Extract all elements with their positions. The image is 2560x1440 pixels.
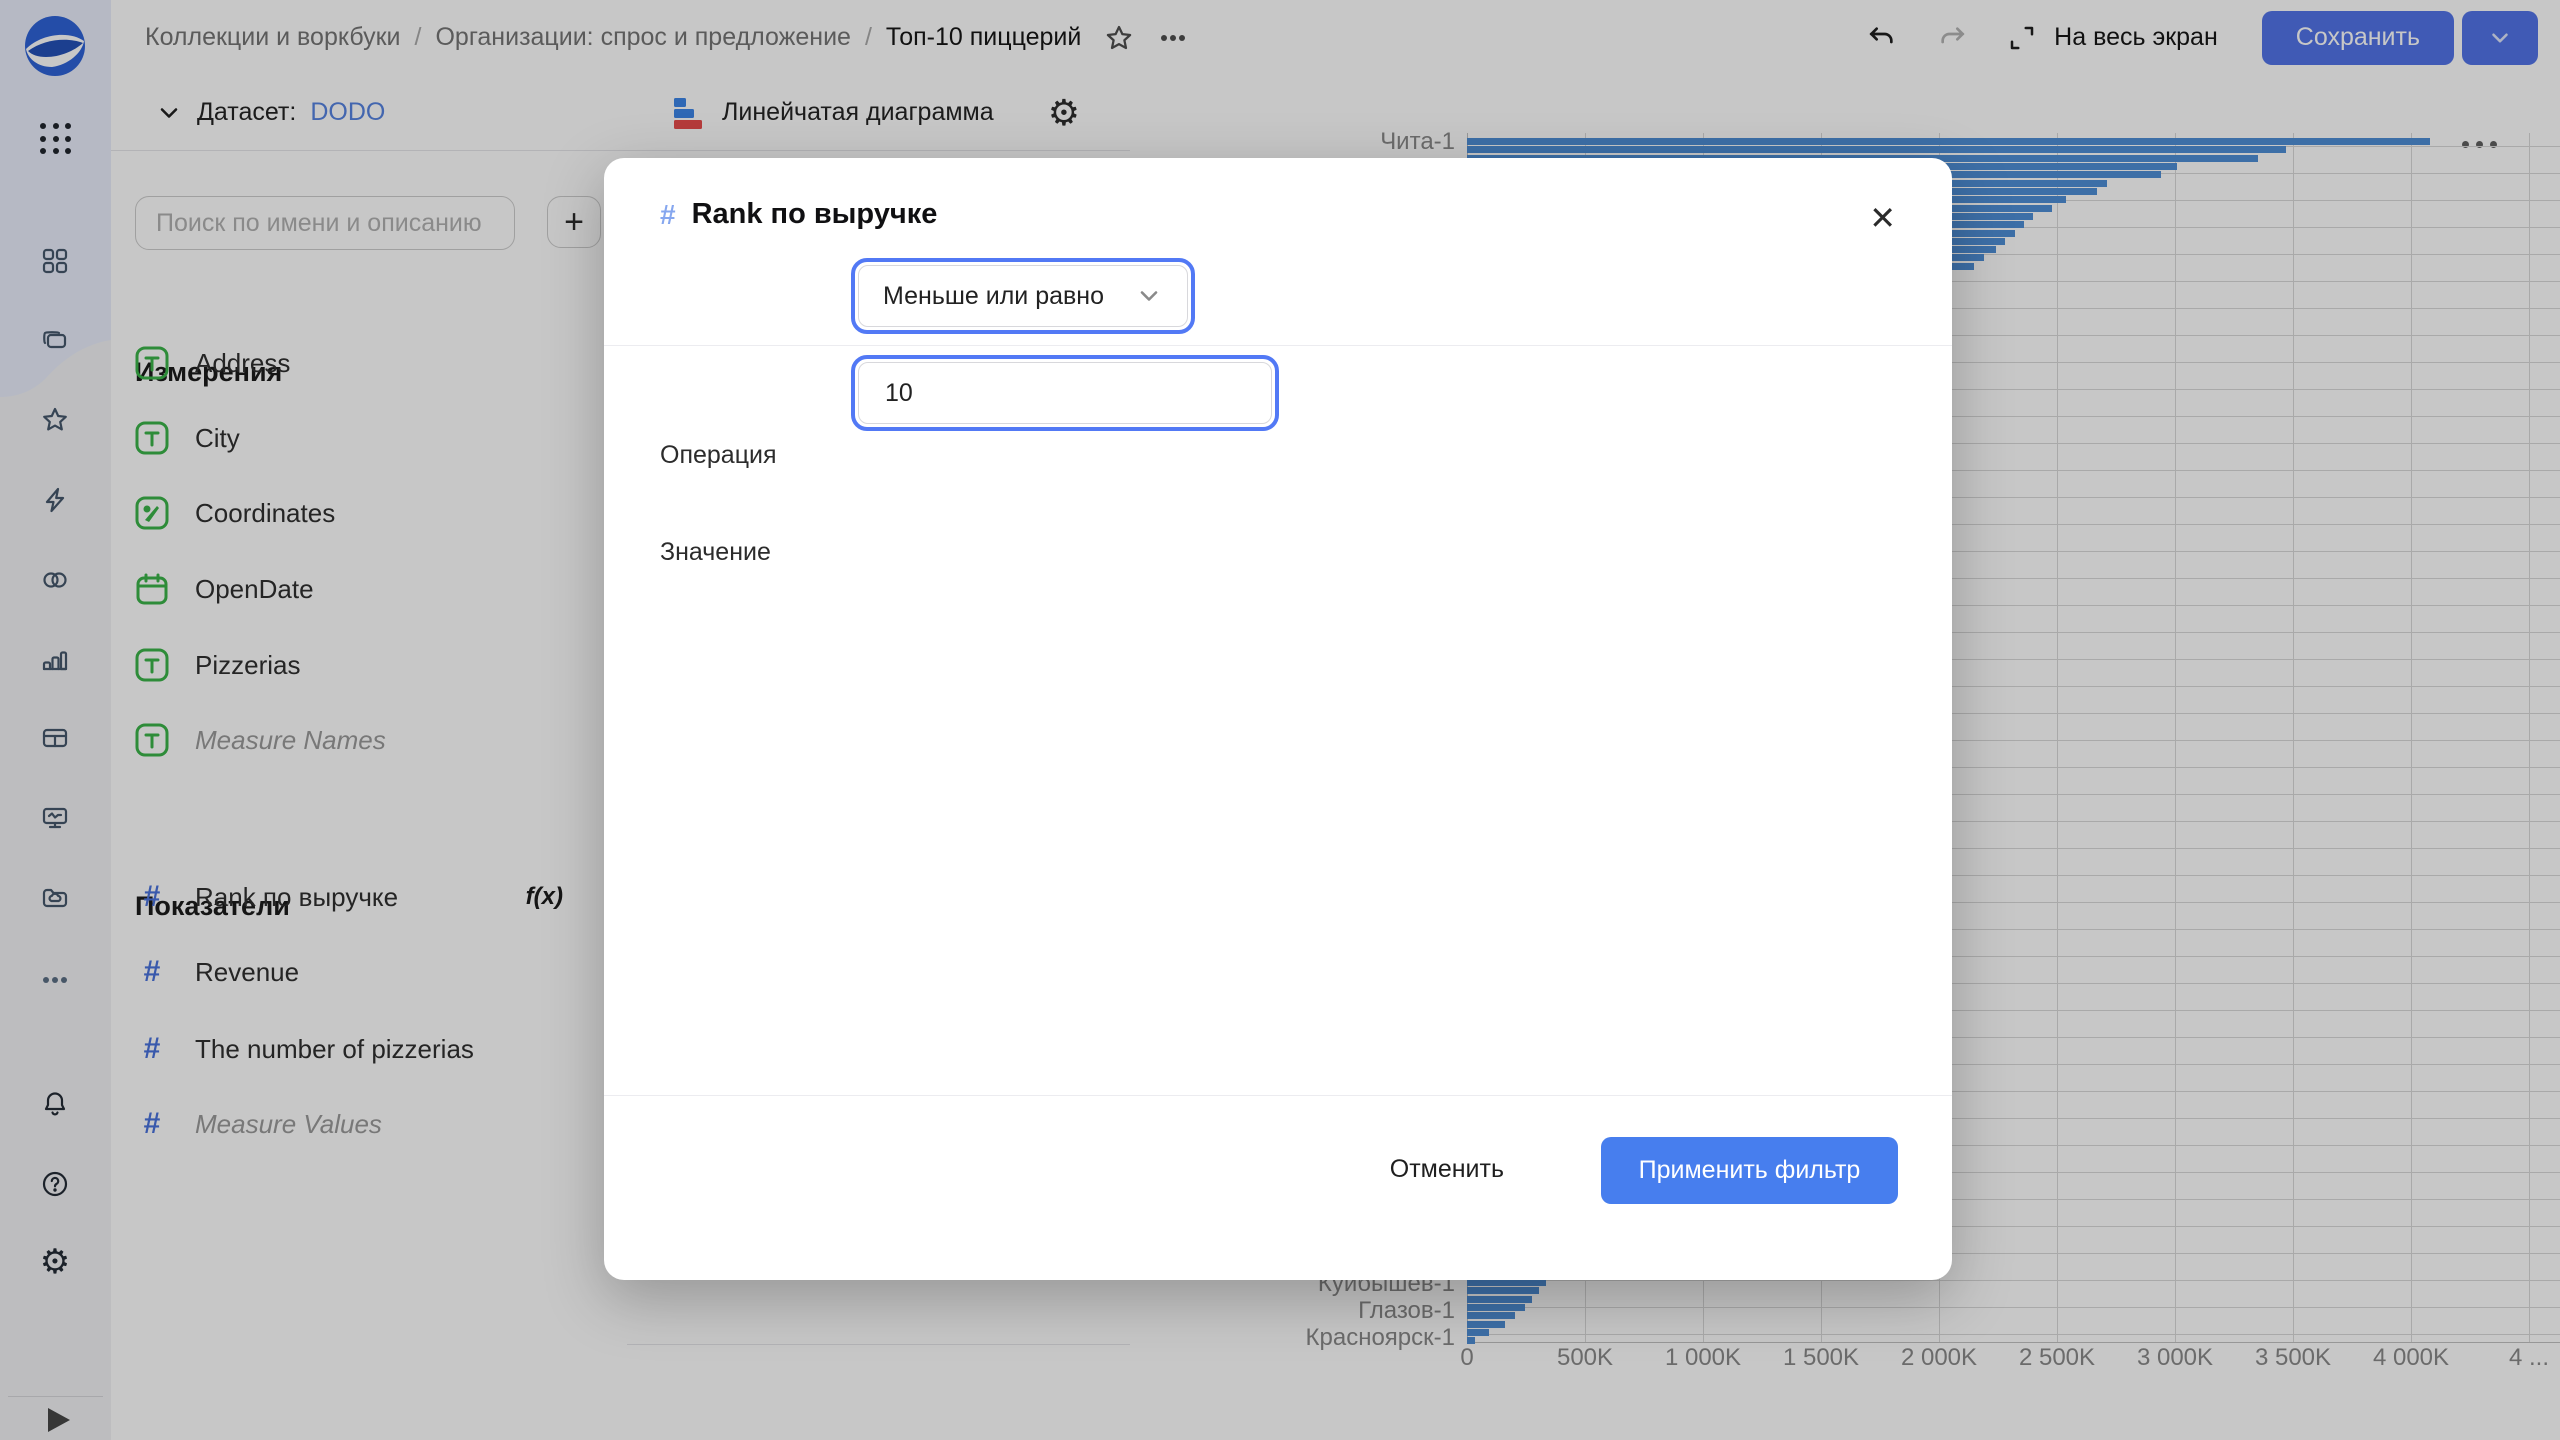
value-input-focus-ring bbox=[851, 355, 1279, 431]
number-type-icon: # bbox=[660, 199, 676, 231]
operation-label: Операция bbox=[660, 441, 777, 470]
filter-dialog: # Rank по выручке ✕ Операция Меньше или … bbox=[604, 158, 1952, 1280]
form-row-divider bbox=[604, 345, 1952, 346]
cancel-button[interactable]: Отменить bbox=[1384, 1154, 1510, 1185]
filter-dialog-title: Rank по выручке bbox=[692, 198, 938, 231]
filter-dialog-header: # Rank по выручке bbox=[660, 198, 937, 231]
value-label: Значение bbox=[660, 538, 771, 567]
apply-filter-button[interactable]: Применить фильтр bbox=[1601, 1137, 1898, 1204]
datalens-wizard-page: ⚙ Коллекции и воркбуки / Организации: сп… bbox=[0, 0, 2560, 1440]
operation-select-focus-ring: Меньше или равно bbox=[851, 258, 1195, 334]
chevron-down-icon bbox=[1135, 282, 1163, 310]
operation-select[interactable]: Меньше или равно bbox=[858, 265, 1188, 327]
operation-select-value: Меньше или равно bbox=[883, 282, 1104, 311]
close-icon[interactable]: ✕ bbox=[1865, 198, 1900, 238]
value-input[interactable] bbox=[883, 378, 1247, 409]
filter-dialog-footer: Отменить Применить фильтр bbox=[604, 1095, 1952, 1280]
value-input-box bbox=[858, 362, 1272, 424]
